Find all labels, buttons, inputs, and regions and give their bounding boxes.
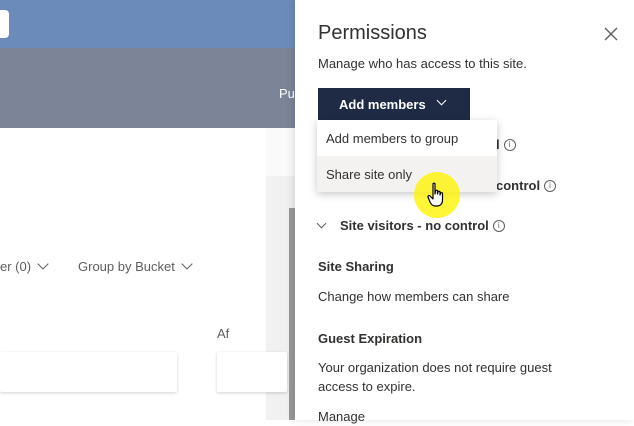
filter-label: er (0): [0, 259, 32, 274]
background-header: [0, 0, 295, 48]
guest-expiration-heading: Guest Expiration: [318, 331, 423, 346]
hand-cursor-icon: [427, 182, 444, 207]
bucket-title: Af: [217, 326, 230, 341]
chevron-down-icon: [37, 258, 49, 270]
add-members-button[interactable]: Add members: [318, 88, 470, 120]
background-search-box[interactable]: [0, 10, 9, 38]
task-card[interactable]: [217, 352, 287, 392]
permissions-panel: Permissions Manage who has access to thi…: [295, 0, 634, 424]
menu-item-label: Share site only: [326, 167, 412, 182]
info-icon[interactable]: i: [503, 139, 516, 151]
panel-subtitle: Manage who has access to this site.: [318, 56, 527, 71]
manage-link[interactable]: Manage: [318, 407, 618, 426]
site-members-row[interactable]: control i: [496, 178, 557, 194]
site-members-label-partial: control: [496, 178, 541, 193]
background-banner-text: Pu: [279, 86, 295, 101]
site-sharing-heading: Site Sharing: [318, 259, 394, 274]
add-members-label: Add members: [339, 97, 426, 112]
background-banner: [0, 48, 295, 128]
chevron-down-icon: [316, 218, 327, 229]
change-sharing-link[interactable]: Change how members can share: [318, 287, 618, 306]
group-by-dropdown[interactable]: Group by Bucket: [78, 258, 193, 274]
site-visitors-row[interactable]: Site visitors - no control i: [316, 218, 505, 234]
close-icon[interactable]: [604, 27, 618, 41]
filter-dropdown[interactable]: er (0): [0, 258, 49, 274]
guest-expiration-line-1: Your organization does not require guest: [318, 360, 552, 375]
guest-expiration-text: Your organization does not require guest…: [318, 358, 618, 396]
chevron-down-icon: [436, 95, 447, 106]
menu-item-share-site-only[interactable]: Share site only: [317, 156, 497, 192]
chevron-down-icon: [181, 258, 193, 270]
task-card[interactable]: [0, 352, 177, 392]
info-icon[interactable]: i: [492, 220, 505, 232]
menu-item-add-members-to-group[interactable]: Add members to group: [317, 120, 497, 156]
site-visitors-label: Site visitors - no control: [340, 218, 489, 233]
menu-item-label: Add members to group: [326, 131, 459, 146]
add-members-menu: Add members to group Share site only: [317, 120, 497, 192]
site-owners-row[interactable]: li: [496, 137, 516, 153]
panel-title: Permissions: [318, 22, 427, 44]
info-icon[interactable]: i: [544, 180, 557, 192]
group-by-label: Group by Bucket: [78, 259, 175, 274]
guest-expiration-line-2: access to expire.: [318, 379, 416, 394]
